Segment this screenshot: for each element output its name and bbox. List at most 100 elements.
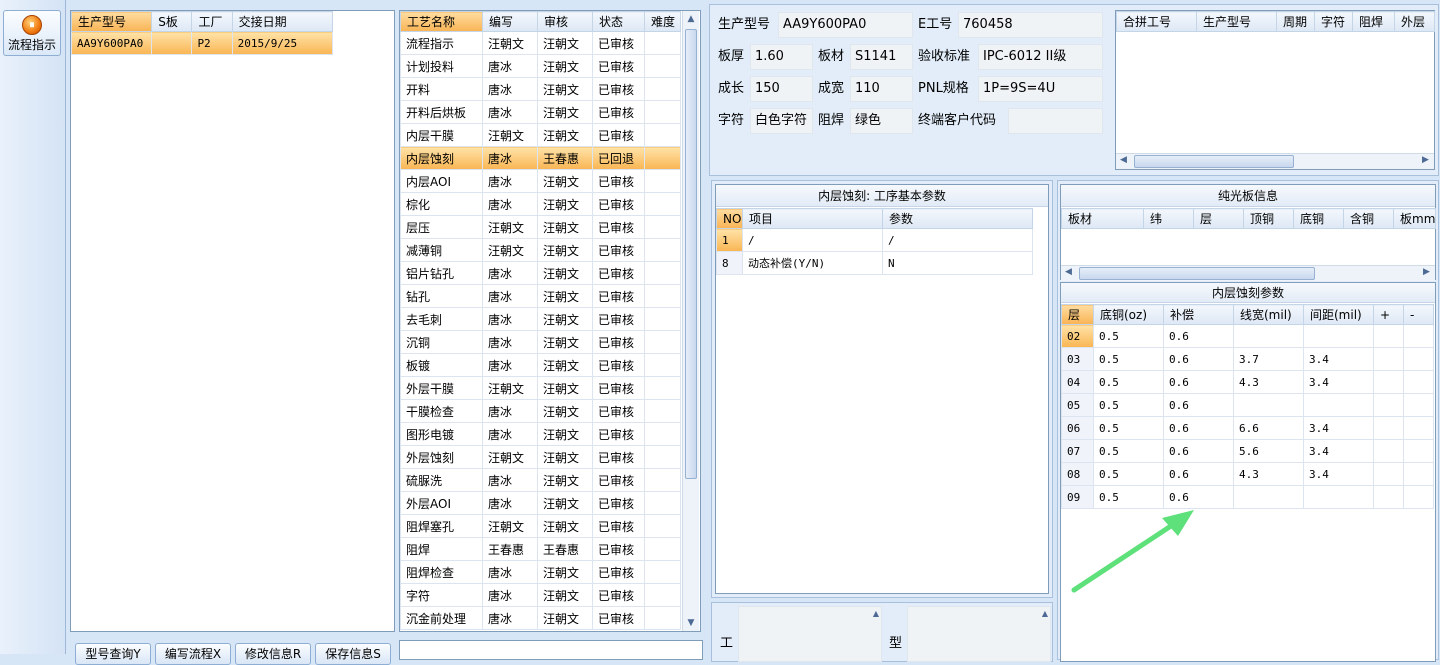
- etch-params-table-cell[interactable]: [1233, 485, 1304, 509]
- etch-params-table-cell[interactable]: 07: [1061, 439, 1094, 463]
- pure-board-table-col-1[interactable]: 纬: [1143, 208, 1194, 229]
- etch-params-table-cell[interactable]: 0.5: [1093, 347, 1164, 371]
- etch-params-table-cell[interactable]: 0.6: [1163, 416, 1234, 440]
- process-table-col-0[interactable]: 工艺名称: [400, 11, 483, 32]
- process-table-cell[interactable]: 唐冰: [482, 192, 538, 216]
- etch-params-table-row[interactable]: 02 0.5 0.6: [1061, 324, 1434, 348]
- etch-params-table-cell[interactable]: [1403, 393, 1434, 417]
- process-table-cell[interactable]: 已审核: [592, 100, 645, 124]
- process-table-cell[interactable]: 唐冰: [482, 491, 538, 515]
- process-table-row[interactable]: 外层干膜 汪朝文 汪朝文 已审核: [400, 376, 681, 400]
- basic-params-table-col-2[interactable]: 参数: [882, 208, 1033, 229]
- etch-params-table-cell[interactable]: [1233, 393, 1304, 417]
- action-button-0[interactable]: 型号查询Y: [75, 643, 151, 665]
- etch-params-table-cell[interactable]: 3.4: [1303, 439, 1374, 463]
- process-nav-button[interactable]: ⏸ 流程指示: [3, 10, 61, 56]
- process-table-cell[interactable]: 已审核: [592, 192, 645, 216]
- process-table-cell[interactable]: [644, 169, 681, 193]
- etch-params-table-row[interactable]: 04 0.5 0.6 4.3 3.4: [1061, 370, 1434, 394]
- process-table-cell[interactable]: 钻孔: [400, 284, 483, 308]
- etch-params-table-cell[interactable]: 0.6: [1163, 324, 1234, 348]
- scroll-right-icon[interactable]: ▶: [1422, 155, 1429, 165]
- process-table-cell[interactable]: 汪朝文: [537, 284, 593, 308]
- scroll-left-icon[interactable]: ◀: [1120, 155, 1127, 165]
- process-table-cell[interactable]: 已审核: [592, 307, 645, 331]
- process-table-cell[interactable]: [644, 54, 681, 78]
- process-table-cell[interactable]: 汪朝文: [537, 31, 593, 55]
- process-table-row[interactable]: 图形电镀 唐冰 汪朝文 已审核: [400, 422, 681, 446]
- basic-params-table-row[interactable]: 1//: [716, 228, 1033, 252]
- etch-params-table-cell[interactable]: 08: [1061, 462, 1094, 486]
- process-table-row[interactable]: 去毛刺 唐冰 汪朝文 已审核: [400, 307, 681, 331]
- combine-table-col-4[interactable]: 阻焊: [1352, 11, 1395, 32]
- etch-params-table-cell[interactable]: 0.6: [1163, 462, 1234, 486]
- etch-params-table-cell[interactable]: [1403, 324, 1434, 348]
- process-table-cell[interactable]: 已审核: [592, 54, 645, 78]
- process-table-cell[interactable]: 王春惠: [482, 537, 538, 561]
- process-table-cell[interactable]: 已审核: [592, 353, 645, 377]
- process-table-cell[interactable]: 外层蚀刻: [400, 445, 483, 469]
- process-table-cell[interactable]: 已审核: [592, 284, 645, 308]
- etch-params-table-cell[interactable]: [1303, 324, 1374, 348]
- etch-params-table-cell[interactable]: 03: [1061, 347, 1094, 371]
- process-table-row[interactable]: 减薄铜 汪朝文 汪朝文 已审核: [400, 238, 681, 262]
- process-table-cell[interactable]: 唐冰: [482, 583, 538, 607]
- process-table-col-4[interactable]: 难度: [644, 11, 681, 32]
- process-scrollbar[interactable]: ▲ ▼: [682, 11, 699, 631]
- process-table-cell[interactable]: 唐冰: [482, 606, 538, 630]
- process-table-row[interactable]: 干膜检查 唐冰 汪朝文 已审核: [400, 399, 681, 423]
- etch-params-table-cell[interactable]: 5.6: [1233, 439, 1304, 463]
- scroll-up-icon[interactable]: ▲: [683, 11, 699, 27]
- process-table-cell[interactable]: 已审核: [592, 376, 645, 400]
- action-button-1[interactable]: 编写流程X: [155, 643, 231, 665]
- etch-params-table-cell[interactable]: 0.5: [1093, 462, 1164, 486]
- etch-params-table-col-6[interactable]: -: [1403, 304, 1434, 325]
- process-table-row[interactable]: 字符 唐冰 汪朝文 已审核: [400, 583, 681, 607]
- process-table-row[interactable]: 阻焊塞孔 汪朝文 汪朝文 已审核: [400, 514, 681, 538]
- process-table-cell[interactable]: 字符: [400, 583, 483, 607]
- etch-params-table-row[interactable]: 03 0.5 0.6 3.7 3.4: [1061, 347, 1434, 371]
- process-table-cell[interactable]: 汪朝文: [537, 514, 593, 538]
- etch-params-table-cell[interactable]: [1373, 462, 1404, 486]
- process-table-cell[interactable]: 唐冰: [482, 468, 538, 492]
- process-table-cell[interactable]: 汪朝文: [482, 31, 538, 55]
- process-table-cell[interactable]: 汪朝文: [537, 307, 593, 331]
- process-table-cell[interactable]: 唐冰: [482, 399, 538, 423]
- process-table-cell[interactable]: 汪朝文: [537, 376, 593, 400]
- process-table-cell[interactable]: 计划投料: [400, 54, 483, 78]
- process-table-cell[interactable]: [644, 31, 681, 55]
- combine-table-col-3[interactable]: 字符: [1314, 11, 1353, 32]
- process-table-cell[interactable]: 已回退: [592, 146, 645, 170]
- process-table-cell[interactable]: 汪朝文: [537, 123, 593, 147]
- combine-table-col-0[interactable]: 合拼工号: [1116, 11, 1197, 32]
- process-table-cell[interactable]: 已审核: [592, 399, 645, 423]
- process-table-cell[interactable]: 已审核: [592, 422, 645, 446]
- process-table-cell[interactable]: 已审核: [592, 238, 645, 262]
- length-field[interactable]: 150: [750, 76, 813, 102]
- basic-params-table-col-0[interactable]: NO: [716, 208, 743, 229]
- bottom-input-box[interactable]: [399, 640, 703, 660]
- process-table-cell[interactable]: 唐冰: [482, 77, 538, 101]
- process-table-cell[interactable]: [644, 100, 681, 124]
- etch-params-table-cell[interactable]: 3.7: [1233, 347, 1304, 371]
- client-field[interactable]: [1008, 108, 1103, 134]
- etch-params-table-cell[interactable]: [1373, 393, 1404, 417]
- action-button-2[interactable]: 修改信息R: [235, 643, 311, 665]
- model-field[interactable]: AA9Y600PA0: [778, 12, 913, 38]
- mask-field[interactable]: 绿色: [850, 108, 913, 134]
- etch-params-table-cell[interactable]: [1403, 347, 1434, 371]
- process-table-cell[interactable]: 已审核: [592, 123, 645, 147]
- etch-params-table-cell[interactable]: 0.6: [1163, 347, 1234, 371]
- process-table-row[interactable]: 内层蚀刻 唐冰 王春惠 已回退: [400, 146, 681, 170]
- etch-params-table-cell[interactable]: [1233, 324, 1304, 348]
- process-table-cell[interactable]: 已审核: [592, 491, 645, 515]
- process-table-cell[interactable]: 汪朝文: [537, 606, 593, 630]
- process-table-row[interactable]: 流程指示 汪朝文 汪朝文 已审核: [400, 31, 681, 55]
- model-table-cell[interactable]: 2015/9/25: [231, 31, 334, 55]
- process-table-cell[interactable]: 汪朝文: [537, 468, 593, 492]
- process-table-cell[interactable]: [644, 215, 681, 239]
- etch-params-table-cell[interactable]: [1403, 439, 1434, 463]
- process-table-cell[interactable]: 已审核: [592, 606, 645, 630]
- process-table-cell[interactable]: 汪朝文: [537, 353, 593, 377]
- process-table-cell[interactable]: 汪朝文: [537, 491, 593, 515]
